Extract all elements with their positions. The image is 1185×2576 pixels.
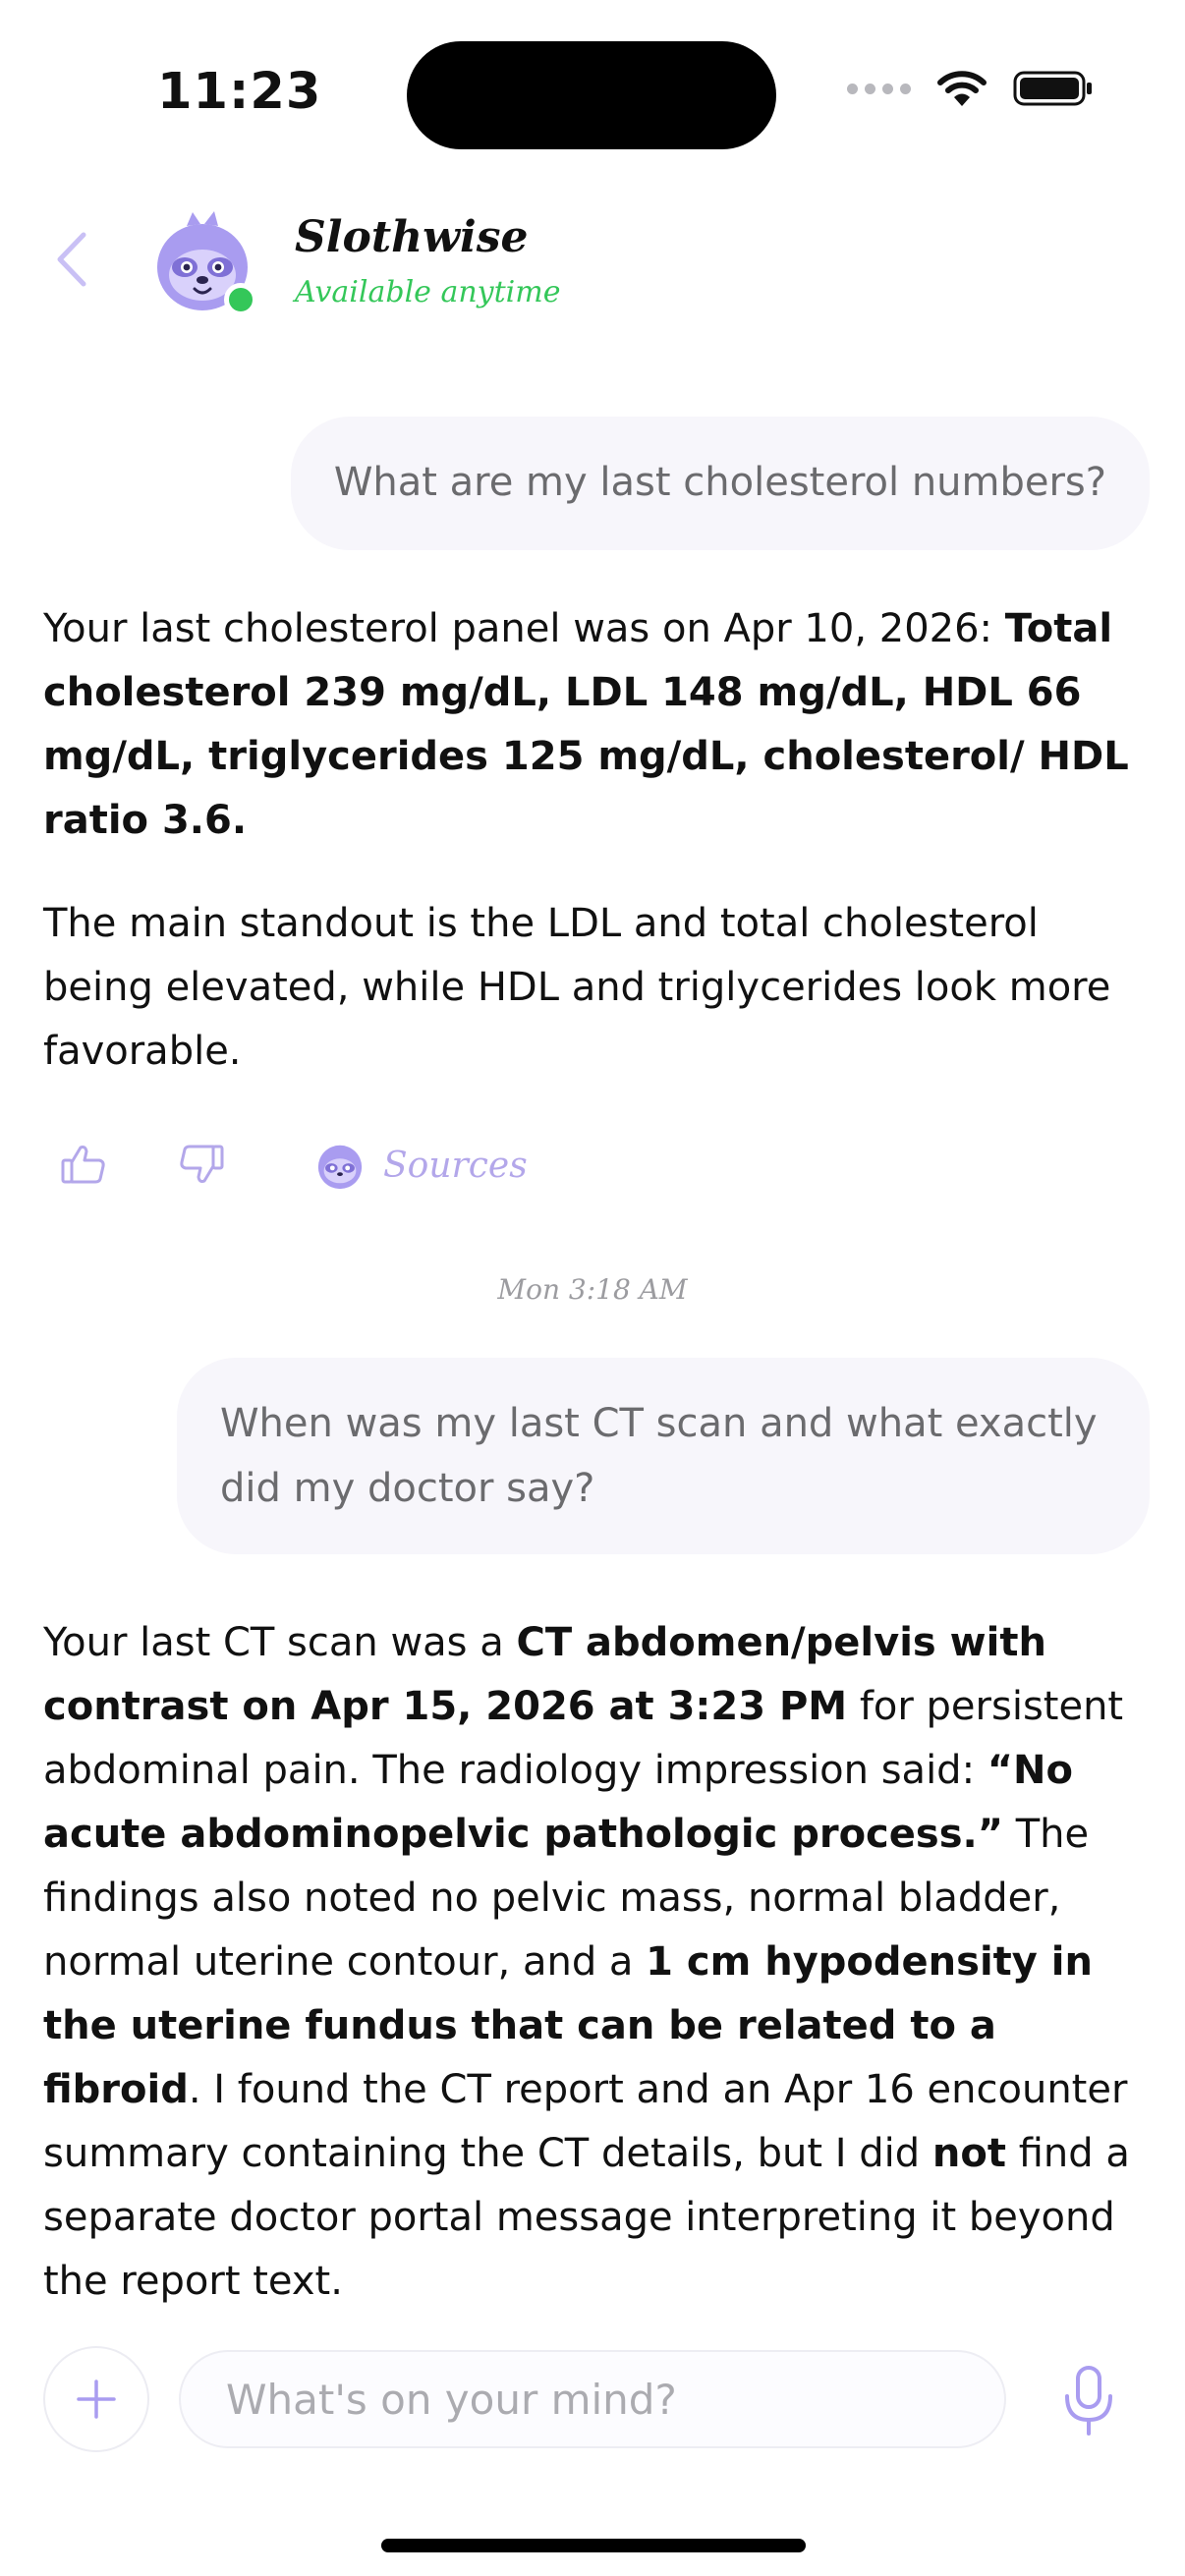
sloth-avatar-icon [317,1145,363,1190]
sources-button[interactable]: Sources [314,1140,528,1191]
microphone-icon [1065,2366,1112,2436]
bot-name: Slothwise [295,212,529,262]
assistant-paragraph: Your last CT scan was a CT abdomen/pelvi… [43,1611,1144,2314]
sources-label: Sources [383,1145,528,1186]
message-input[interactable] [179,2350,1006,2448]
bot-availability: Available anytime [295,275,561,309]
assistant-message: Your last cholesterol panel was on Apr 1… [43,597,1144,1084]
thumbs-down-icon[interactable] [179,1144,224,1185]
cellular-signal-icon [847,83,911,94]
chevron-left-icon [57,232,86,287]
add-attachment-button[interactable] [43,2346,149,2452]
assistant-paragraph: The main standout is the LDL and total c… [43,901,1111,1074]
user-message: What are my last cholesterol numbers? [290,417,1150,550]
message-text: Your last CT scan was a [43,1620,517,1665]
plus-icon [77,2380,116,2419]
voice-input-button[interactable] [1057,2360,1120,2442]
online-status-dot [224,283,257,316]
user-message: When was my last CT scan and what exactl… [177,1358,1150,1554]
assistant-message: Your last CT scan was a CT abdomen/pelvi… [43,1611,1144,2314]
back-button[interactable] [43,224,98,295]
wifi-icon [937,71,987,106]
home-indicator [381,2539,806,2552]
battery-icon [1013,71,1092,106]
thumbs-up-icon[interactable] [61,1144,106,1185]
message-text: Your last cholesterol panel was on Apr 1… [43,606,1005,651]
assistant-paragraph: Your last cholesterol panel was on Apr 1… [43,597,1144,853]
dynamic-island [407,41,776,149]
message-text-bold: not [931,2131,1006,2176]
status-time: 11:23 [157,63,322,121]
status-icons [847,69,1094,108]
message-timestamp: Mon 3:18 AM [497,1273,688,1306]
